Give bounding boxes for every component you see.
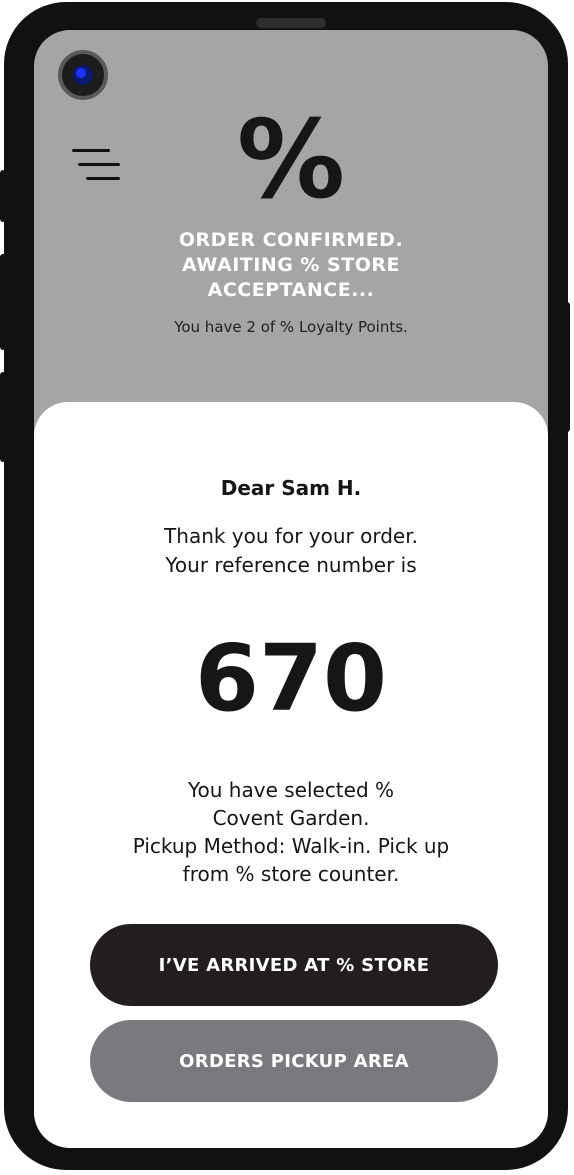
arrived-at-store-button[interactable]: I’VE ARRIVED AT % STORE [90,924,498,1006]
order-status-line: ACCEPTANCE... [207,279,375,301]
thank-you-line: Your reference number is [165,553,417,577]
selection-line: Covent Garden. [212,806,370,830]
loyalty-points-text: You have 2 of % Loyalty Points. [174,318,408,336]
selection-line: Pickup Method: Walk-in. Pick up [132,834,450,858]
brand-logo: % [236,98,346,223]
selection-line: from % store counter. [182,862,400,886]
phone-frame: % ORDER CONFIRMED. AWAITING % STORE ACCE… [0,2,570,1170]
selection-line: You have selected % [187,778,395,802]
app-mockup: % ORDER CONFIRMED. AWAITING % STORE ACCE… [0,0,574,1175]
order-status-line: ORDER CONFIRMED. [178,229,404,251]
confirmation-card: Dear Sam H. Thank you for your order. Yo… [34,402,548,1148]
order-status-heading: ORDER CONFIRMED. AWAITING % STORE ACCEPT… [34,228,548,303]
order-status-line: AWAITING % STORE [182,254,400,276]
reference-number: 670 [194,625,388,732]
screen: % ORDER CONFIRMED. AWAITING % STORE ACCE… [34,30,548,1148]
camera-lens [73,65,93,85]
volume-button [0,170,6,222]
speaker-grille [256,18,326,28]
thank-you-line: Thank you for your order. [164,524,418,548]
greeting: Dear Sam H. [220,476,362,500]
camera-icon [58,50,108,100]
orders-pickup-area-button[interactable]: ORDERS PICKUP AREA [90,1020,498,1102]
thank-you-message: Thank you for your order. Your reference… [34,522,548,580]
side-button-left-lower [0,372,6,462]
store-selection-info: You have selected % Covent Garden. Picku… [34,776,548,888]
side-button-left [0,254,6,350]
power-button [564,302,570,432]
